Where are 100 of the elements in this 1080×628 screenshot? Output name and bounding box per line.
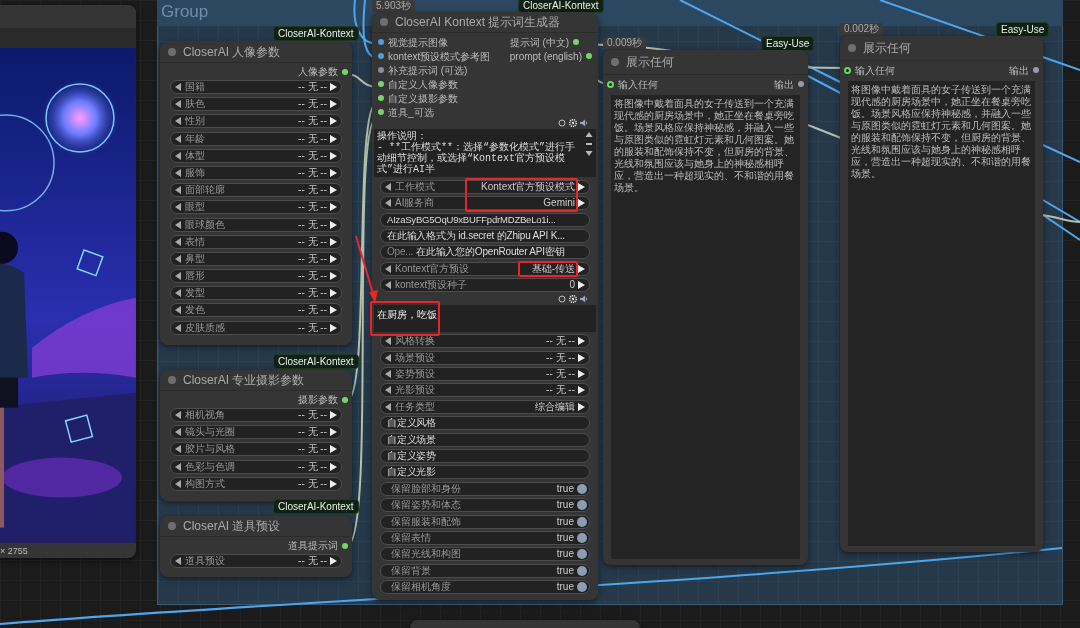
text-input[interactable]: AIzaSyBG5OqU9xBUFFpdrMDZBeLo1i... <box>380 212 590 227</box>
dropdown[interactable]: 镜头与光圈 -- 无 -- <box>170 425 342 440</box>
input-slot[interactable] <box>378 109 384 115</box>
dropdown[interactable]: 风格转换 -- 无 -- <box>380 334 590 349</box>
dropdown[interactable]: 构图方式 -- 无 -- <box>170 476 342 491</box>
dropdown[interactable]: AI服务商 Gemini <box>380 196 590 211</box>
node-title: 展示任何 <box>863 40 911 57</box>
dropdown[interactable]: 性别 -- 无 -- <box>170 114 342 129</box>
dropdown[interactable]: 相机视角 -- 无 -- <box>170 408 342 422</box>
dropdown[interactable]: 皮肤质感 -- 无 -- <box>170 320 342 335</box>
dropdown[interactable]: 肤色 -- 无 -- <box>170 97 342 112</box>
toggle-knob[interactable] <box>577 549 587 560</box>
collapse-dot[interactable] <box>848 44 856 52</box>
output-slot[interactable] <box>573 39 580 45</box>
scrollbar-drawing <box>585 131 593 158</box>
input-slot[interactable] <box>378 53 384 59</box>
output-label: prompt (english) <box>509 49 582 64</box>
dropdown[interactable]: 任务类型 综合编辑 <box>380 399 590 414</box>
right-arrow-icon[interactable] <box>330 83 337 91</box>
toggle-switch[interactable]: 保留光线和构图 true <box>380 547 590 562</box>
input-slot[interactable] <box>378 67 384 73</box>
output-label: 摄影参数 <box>298 393 338 407</box>
dropdown[interactable]: Kontext官方预设 基础-传送 <box>380 261 590 276</box>
text-input[interactable]: Ope... 在此输入您的OpenRouter API密钥 <box>380 245 590 260</box>
toggle-switch[interactable]: 保留姿势和体态 true <box>380 498 590 513</box>
input-slot[interactable] <box>844 66 851 74</box>
group-title: Group <box>161 2 209 22</box>
output-slot[interactable] <box>586 53 592 59</box>
dropdown[interactable]: 光影预设 -- 无 -- <box>380 383 590 398</box>
dropdown[interactable]: 道具预设 -- 无 -- <box>170 554 342 568</box>
collapse-dot[interactable] <box>380 18 388 26</box>
node-badge: CloserAI-Kontext <box>273 499 359 514</box>
toggle-knob[interactable] <box>577 582 587 593</box>
text-input[interactable]: 自定义光影 <box>380 465 590 480</box>
collapse-dot[interactable] <box>168 522 176 530</box>
output-slot[interactable] <box>342 542 348 549</box>
left-arrow-icon[interactable] <box>175 411 182 419</box>
left-arrow-icon[interactable] <box>175 557 182 565</box>
dropdown[interactable]: 眼型 -- 无 -- <box>170 200 342 215</box>
dropdown[interactable]: 年龄 -- 无 -- <box>170 131 342 146</box>
dropdown[interactable]: 面部轮廓 -- 无 -- <box>170 183 342 198</box>
number-input[interactable]: kontext预设种子 0 <box>380 278 590 293</box>
prompt-textarea[interactable]: 在厨房，吃饭 <box>374 304 596 332</box>
input-slot[interactable] <box>378 81 384 87</box>
output-label: 提示词 (中文) <box>509 35 570 50</box>
dropdown[interactable]: 国籍 -- 无 -- <box>170 80 342 94</box>
toggle-switch[interactable]: 保留服装和配饰 true <box>380 514 590 529</box>
right-arrow-icon[interactable] <box>330 411 337 419</box>
execution-time: 0.009秒 <box>603 37 647 49</box>
dropdown[interactable]: 鼻型 -- 无 -- <box>170 251 342 266</box>
circle-icon <box>558 119 566 127</box>
output-slot[interactable] <box>342 396 348 403</box>
instructions-text: 操作说明： - **工作模式**：选择“参数化模式”进行手动细节控制，或选择“Kontext官方预设模式”进行AI半 <box>377 131 576 176</box>
input-label: kontext预设模式参考图 <box>388 49 491 64</box>
collapse-dot[interactable] <box>168 376 176 384</box>
dropdown[interactable]: 眼球颜色 -- 无 -- <box>170 217 342 232</box>
dropdown[interactable]: 体型 -- 无 -- <box>170 148 342 163</box>
right-arrow-icon[interactable] <box>330 557 337 565</box>
toggle-knob[interactable] <box>577 533 587 543</box>
toggle-knob[interactable] <box>577 483 587 494</box>
output-label: 输出 <box>1009 63 1029 78</box>
text-input[interactable]: 自定义风格 <box>380 416 590 431</box>
text-input[interactable]: 在此输入格式为 id.secret 的Zhipu API K... <box>380 228 590 243</box>
execution-time: 0.002秒 <box>840 23 884 35</box>
text-input[interactable]: 自定义场景 <box>380 432 590 447</box>
text-input[interactable]: 自定义姿势 <box>380 449 590 464</box>
dropdown[interactable]: 姿势预设 -- 无 -- <box>380 367 590 382</box>
dropdown[interactable]: 服饰 -- 无 -- <box>170 165 342 180</box>
dropdown[interactable]: 色彩与色调 -- 无 -- <box>170 459 342 474</box>
input-label: 自定义人像参数 <box>388 77 458 92</box>
toggle-switch[interactable]: 保留脸部和身份 true <box>380 481 590 496</box>
node-title: 展示任何 <box>626 54 674 71</box>
output-label: 输出 <box>774 77 794 92</box>
input-slot[interactable] <box>378 39 384 45</box>
dropdown[interactable]: 胶片与风格 -- 无 -- <box>170 442 342 457</box>
annotation-arrow <box>355 235 378 303</box>
toggle-knob[interactable] <box>577 500 587 511</box>
toggle-knob[interactable] <box>577 565 587 576</box>
execution-time: 5.903秒 <box>372 0 416 12</box>
dropdown[interactable]: 唇形 -- 无 -- <box>170 269 342 284</box>
dropdown[interactable]: 发色 -- 无 -- <box>170 303 342 318</box>
input-slot[interactable] <box>378 95 384 101</box>
output-slot[interactable] <box>342 68 348 75</box>
collapse-dot[interactable] <box>168 48 176 56</box>
input-label: 输入任何 <box>618 77 658 92</box>
toggle-switch[interactable]: 保留背景 true <box>380 563 590 578</box>
toggle-switch[interactable]: 保留相机角度 true <box>380 580 590 595</box>
dropdown[interactable]: 发型 -- 无 -- <box>170 286 342 301</box>
input-label: 道具_可选 <box>388 105 434 120</box>
toggle-switch[interactable]: 保留表情 true <box>380 531 590 545</box>
output-slot[interactable] <box>1033 67 1039 73</box>
output-slot[interactable] <box>798 81 804 87</box>
dropdown[interactable]: 表情 -- 无 -- <box>170 234 342 249</box>
dropdown[interactable]: 场景预设 -- 无 -- <box>380 350 590 365</box>
input-slot[interactable] <box>607 80 614 88</box>
left-arrow-icon[interactable] <box>175 83 182 91</box>
toggle-knob[interactable] <box>577 516 587 527</box>
dropdown[interactable]: 工作模式 Kontext官方预设模式 <box>380 179 590 194</box>
collapse-dot[interactable] <box>611 58 619 66</box>
node-title: CloserAI 专业摄影参数 <box>183 372 305 389</box>
